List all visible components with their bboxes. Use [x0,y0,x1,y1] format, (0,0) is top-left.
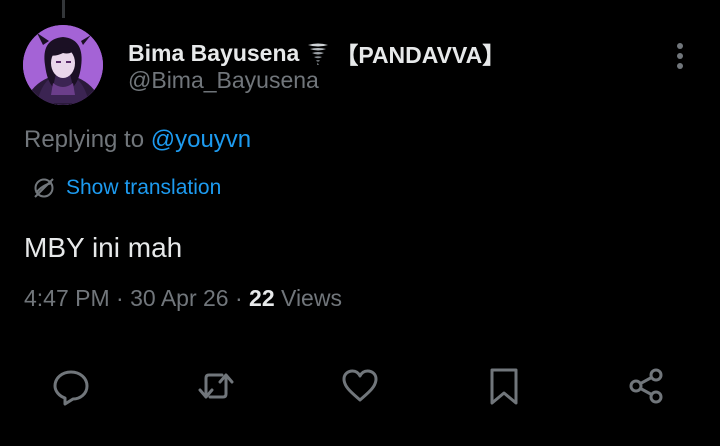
name-suffix: 【PANDAVVA】 [335,42,506,68]
tweet-meta: 4:47 PM · 30 Apr 26 · 22 Views [24,285,342,312]
globe-slash-icon [34,178,54,198]
meta-separator: · [228,285,250,311]
tweet-detail: Bima Bayusena 【PANDAVVA】 @Bima_Bayusena … [0,0,720,446]
show-translation-label[interactable]: Show translation [66,176,221,200]
author-handle[interactable]: @Bima_Bayusena [128,67,319,94]
reply-button[interactable] [51,366,91,406]
views-count[interactable]: 22 [249,285,275,311]
retweet-icon [198,373,234,399]
replying-prefix: Replying to [24,126,151,153]
show-translation-button[interactable]: Show translation [32,176,221,200]
author-name-row[interactable]: Bima Bayusena 【PANDAVVA】 [128,36,505,70]
bookmark-icon [490,368,518,405]
share-icon [629,368,663,404]
more-options-button[interactable] [664,38,696,74]
share-button[interactable] [627,366,667,406]
like-icon [342,369,378,402]
tweet-text: MBY ini mah [24,232,183,263]
replying-to: Replying to @youyvn [24,126,251,154]
retweet-button[interactable] [196,366,236,406]
bookmark-button[interactable] [484,366,524,406]
tornado-icon [305,40,331,66]
thread-connector-line [62,0,65,18]
tweet-date[interactable]: 30 Apr 26 [130,285,228,311]
avatar[interactable] [23,25,103,105]
reply-mention-link[interactable]: @youyvn [151,126,251,153]
like-button[interactable] [340,366,380,406]
avatar-image [23,25,103,105]
reply-icon [53,370,89,406]
views-label[interactable]: Views [275,285,342,311]
display-name[interactable]: Bima Bayusena [128,40,299,67]
meta-separator: · [109,285,131,311]
tweet-time[interactable]: 4:47 PM [24,285,110,311]
more-vertical-icon [677,43,683,69]
